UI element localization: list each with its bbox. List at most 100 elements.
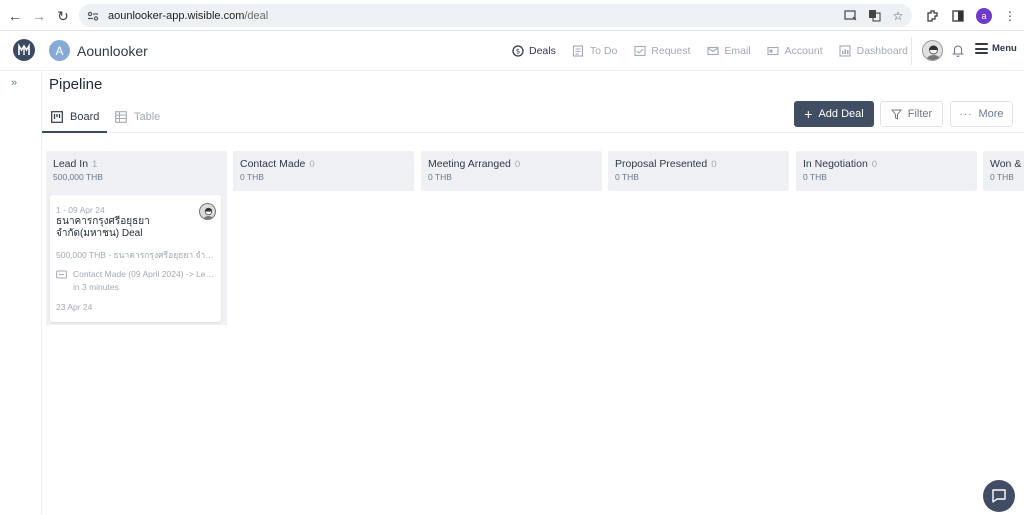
deal-date-range: 1 - 09 Apr 24 — [56, 205, 105, 215]
stage-header-meeting-arranged[interactable]: Meeting Arranged 0 0 THB — [421, 151, 602, 191]
hamburger-icon — [975, 43, 988, 54]
stage-count: 0 — [871, 159, 878, 170]
table-icon — [115, 110, 127, 123]
activity-description: Contact Made (09 April 2024) -> Lead In — [73, 269, 218, 279]
url-path: /deal — [244, 9, 269, 22]
id-card-icon — [767, 45, 780, 58]
chat-icon — [992, 489, 1006, 503]
menu-button[interactable]: Menu — [975, 43, 1017, 54]
add-deal-button[interactable]: + Add Deal — [794, 101, 874, 127]
nav-todo-label: To Do — [589, 45, 618, 57]
stage-header-contact-made[interactable]: Contact Made 0 0 THB — [233, 151, 414, 191]
activity-time: in 3 minutes — [73, 282, 119, 292]
stage-header-lead-in[interactable]: Lead In 1 500,000 THB — [46, 151, 227, 191]
stage-header-proposal-presented[interactable]: Proposal Presented 0 0 THB — [608, 151, 789, 191]
nav-todo[interactable]: To Do — [572, 45, 617, 58]
board-icon — [51, 110, 63, 123]
stage-title: Proposal Presented — [615, 158, 708, 170]
nav-request-label: Request — [651, 45, 691, 57]
workspace-avatar[interactable]: A — [49, 40, 70, 61]
stage-title: Meeting Arranged — [428, 158, 511, 170]
pipeline-board: Lead In 1 500,000 THB Contact Made 0 0 THB… — [42, 134, 1024, 515]
stage-count: 0 — [711, 159, 717, 170]
url-text: aounlooker-app.wisible.com/deal — [108, 10, 268, 22]
header-divider — [911, 37, 912, 65]
stage-title: Contact Made — [240, 158, 306, 170]
nav-email[interactable]: Email — [706, 45, 751, 58]
back-arrow-icon[interactable]: ← — [3, 4, 27, 28]
stage-total: 0 THB — [428, 172, 452, 182]
nav-account-label: Account — [784, 45, 823, 57]
deal-title[interactable]: ธนาคารกรุงศรีอยุธยา จำกัด(มหาชน) Deal — [56, 216, 206, 240]
extensions-icon[interactable] — [924, 8, 940, 24]
translate-icon[interactable] — [866, 8, 882, 24]
reload-icon[interactable]: ↻ — [51, 4, 75, 28]
stage-name: Proposal Presented 0 — [615, 158, 717, 170]
tab-table-label: Table — [134, 110, 161, 123]
stage-name: Contact Made 0 — [240, 158, 315, 170]
side-panel-icon[interactable] — [950, 8, 966, 24]
filter-icon — [890, 109, 902, 120]
menu-label: Menu — [992, 43, 1017, 54]
tab-board[interactable]: Board — [51, 100, 99, 133]
stage-name: In Negotiation 0 — [803, 158, 877, 170]
bookmark-star-icon[interactable]: ☆ — [890, 8, 906, 24]
active-tab-indicator — [42, 131, 107, 133]
nav-account[interactable]: Account — [767, 45, 823, 58]
site-info-icon[interactable] — [82, 5, 104, 27]
stage-header-in-negotiation[interactable]: In Negotiation 0 0 THB — [796, 151, 977, 191]
nav-dashboard-label: Dashboard — [856, 45, 908, 57]
nav-deals[interactable]: $ Deals — [511, 45, 556, 58]
nav-dashboard[interactable]: Dashboard — [839, 45, 908, 58]
stage-total: 0 THB — [615, 172, 639, 182]
install-app-icon[interactable] — [842, 8, 858, 24]
nav-deals-label: Deals — [529, 45, 556, 57]
app-header: A Aounlooker $ Deals To Do Request Email… — [0, 31, 1024, 71]
stage-count: 0 — [309, 159, 315, 170]
deal-value: 500,000 THB - ธนาคารกรุงศรีอยุธยา จำกัด(… — [56, 250, 218, 260]
deal-created-date: 23 Apr 24 — [56, 302, 93, 312]
deal-activity: Contact Made (09 April 2024) -> Lead In … — [56, 268, 218, 294]
stage-total: 0 THB — [803, 172, 827, 182]
workspace-name[interactable]: Aounlooker — [77, 43, 148, 59]
tab-table[interactable]: Table — [115, 100, 160, 133]
add-deal-label: Add Deal — [818, 108, 864, 120]
page-title: Pipeline — [49, 76, 103, 93]
more-dots-icon: ··· — [959, 108, 973, 120]
dollar-circle-icon: $ — [511, 45, 524, 58]
filter-label: Filter — [907, 108, 933, 120]
app-logo[interactable] — [13, 39, 35, 61]
deal-card[interactable]: 1 - 09 Apr 24 ธนาคารกรุงศรีอยุธยา จำกัด(… — [50, 195, 221, 322]
browser-profile-avatar[interactable]: a — [976, 7, 992, 24]
filter-button[interactable]: Filter — [880, 101, 943, 127]
stage-total: 0 THB — [240, 172, 264, 182]
stage-title: Won & Lost — [990, 158, 1024, 170]
nav-request[interactable]: Request — [633, 45, 690, 58]
mail-icon — [706, 45, 719, 58]
forward-arrow-icon[interactable]: → — [27, 4, 51, 28]
stage-total: 0 THB — [990, 172, 1014, 182]
stage-count: 1 — [92, 159, 98, 170]
stage-title: Lead In — [53, 158, 89, 170]
chart-icon — [839, 45, 852, 58]
checklist-icon — [572, 45, 585, 58]
stage-header-won-lost[interactable]: Won & Lost 0 THB — [983, 151, 1024, 191]
browser-menu-icon[interactable]: ⋮ — [1002, 8, 1018, 24]
address-bar[interactable]: aounlooker-app.wisible.com/deal ☆ — [79, 4, 912, 27]
expand-sidebar-icon[interactable]: » — [11, 77, 17, 89]
user-avatar[interactable] — [922, 40, 943, 61]
browser-toolbar: ← → ↻ aounlooker-app.wisible.com/deal ☆ … — [0, 0, 1024, 31]
more-label: More — [978, 108, 1004, 120]
stage-name: Lead In 1 — [53, 158, 97, 170]
nav-email-label: Email — [724, 45, 751, 57]
chat-support-button[interactable] — [983, 480, 1015, 512]
more-button[interactable]: ··· More — [950, 101, 1013, 127]
stage-title: In Negotiation — [803, 158, 868, 170]
notification-bell-icon[interactable] — [951, 43, 965, 57]
stage-name: Meeting Arranged 0 — [428, 158, 520, 170]
sidebar: » — [0, 71, 42, 515]
stage-name: Won & Lost — [990, 158, 1024, 170]
stage-total: 500,000 THB — [53, 172, 103, 182]
view-tabs: Board Table — [42, 100, 1024, 133]
request-icon — [633, 45, 646, 58]
